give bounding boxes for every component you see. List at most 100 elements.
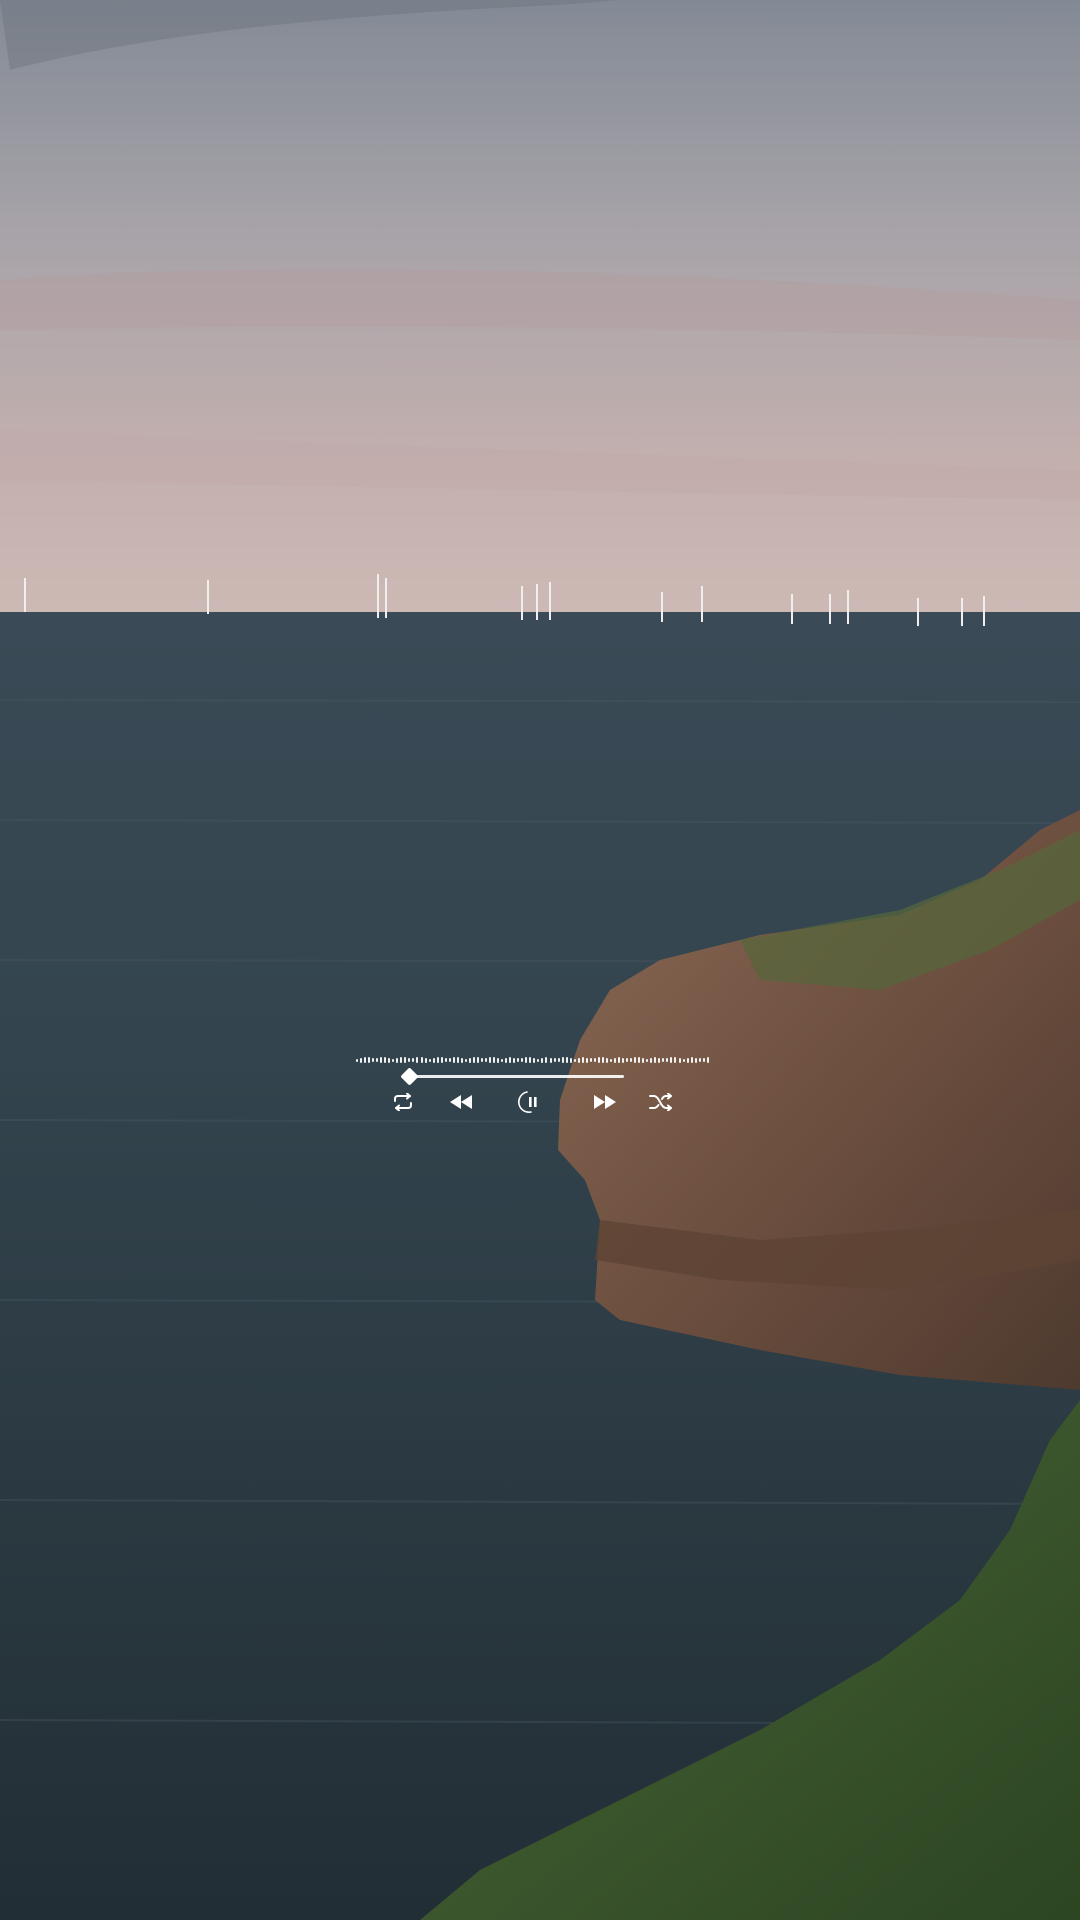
media-player [350,1046,720,1116]
waveform-bar [670,1057,673,1063]
waveform-bar [408,1058,411,1062]
waveform-bar [634,1057,637,1063]
waveform-bar [565,1057,568,1063]
waveform-bar [678,1057,681,1063]
pause-icon [518,1091,537,1113]
waveform-bar [456,1057,459,1063]
waveform-bar [444,1058,447,1062]
waveform-bar [650,1057,653,1063]
rewind-icon [450,1095,472,1109]
waveform-bar [605,1057,608,1063]
waveform-bar [601,1057,604,1063]
waveform-bar [569,1057,572,1063]
waveform-bar [460,1057,463,1063]
fast-forward-button[interactable] [592,1090,618,1114]
waveform-bar [541,1057,544,1063]
waveform-bar [412,1058,415,1062]
waveform-bar [509,1057,512,1063]
waveform-bar [464,1058,467,1062]
waveform-bar [609,1058,612,1062]
waveform-bar [372,1058,375,1062]
pause-button[interactable] [518,1090,544,1114]
waveform-bar [589,1058,592,1062]
waveform-bar [505,1057,508,1063]
waveform-bar [436,1057,439,1063]
waveform-bar [698,1058,701,1062]
waveform-bar [702,1058,705,1062]
waveform-bar [384,1057,387,1063]
waveform-bar [577,1057,580,1063]
waveform-bar [380,1057,383,1063]
waveform-bar [658,1057,661,1063]
waveform-bar [452,1057,455,1063]
waveform-bar [396,1057,399,1063]
waveform-bar [513,1057,516,1063]
waveform-bar [694,1057,697,1063]
shuffle-button[interactable] [648,1090,674,1114]
waveform-bar [404,1057,407,1063]
waveform-bar [448,1058,451,1062]
waveform-bar [573,1058,576,1062]
waveform-bar [525,1057,528,1063]
fast-forward-icon [594,1095,616,1109]
waveform-bar [557,1058,560,1062]
waveform-bar [533,1057,536,1063]
waveform-bar [614,1057,616,1063]
repeat-icon [394,1093,412,1111]
waveform-bar [618,1057,621,1063]
waveform-bar [646,1058,649,1062]
waveform-bar [497,1057,500,1063]
waveform-bar [472,1057,475,1063]
waveform-bar [581,1057,584,1063]
waveform-bar [489,1057,492,1063]
waveform-bar [674,1057,677,1063]
audio-waveform [356,1056,710,1064]
waveform-bar [593,1058,596,1062]
video-screen [0,0,1080,1920]
waveform-bar [521,1058,524,1062]
waveform-bar [662,1058,665,1062]
waveform-bar [432,1057,435,1063]
waveform-bar [428,1058,431,1062]
waveform-bar [493,1057,496,1063]
seek-bar[interactable] [402,1075,624,1078]
waveform-bar [537,1058,540,1062]
waveform-bar [485,1058,487,1062]
waveform-bar [545,1057,548,1063]
shuffle-icon [649,1093,672,1111]
waveform-bar [440,1057,443,1063]
waveform-bar [400,1057,403,1063]
waveform-bar [376,1058,379,1062]
waveform-bar [368,1057,371,1063]
waveform-bar [360,1057,363,1063]
waveform-bar [626,1058,629,1062]
waveform-bar [392,1058,395,1062]
rewind-button[interactable] [448,1090,474,1114]
waveform-bar [416,1057,419,1063]
waveform-bar [666,1058,669,1062]
waveform-bar [561,1057,564,1063]
waveform-bar [642,1057,645,1063]
waveform-bar [654,1057,657,1063]
waveform-bar [517,1058,520,1062]
waveform-bar [420,1057,423,1063]
waveform-bar [476,1057,479,1063]
waveform-bar [682,1058,685,1062]
waveform-bar [364,1057,367,1063]
background-video-frame [0,0,1080,1920]
waveform-bar [597,1057,600,1063]
seek-thumb[interactable] [399,1067,419,1086]
waveform-bar [553,1058,556,1062]
waveform-bar [622,1057,625,1063]
waveform-bar [638,1057,641,1063]
waveform-bar [690,1057,693,1063]
waveform-bar [424,1057,427,1063]
waveform-bar [388,1057,391,1063]
waveform-bar [356,1058,358,1062]
waveform-bar [585,1057,588,1063]
repeat-button[interactable] [390,1090,416,1114]
playback-controls [390,1090,680,1114]
waveform-bar [468,1057,471,1063]
waveform-bar [630,1058,633,1062]
waveform-bar [501,1058,504,1062]
